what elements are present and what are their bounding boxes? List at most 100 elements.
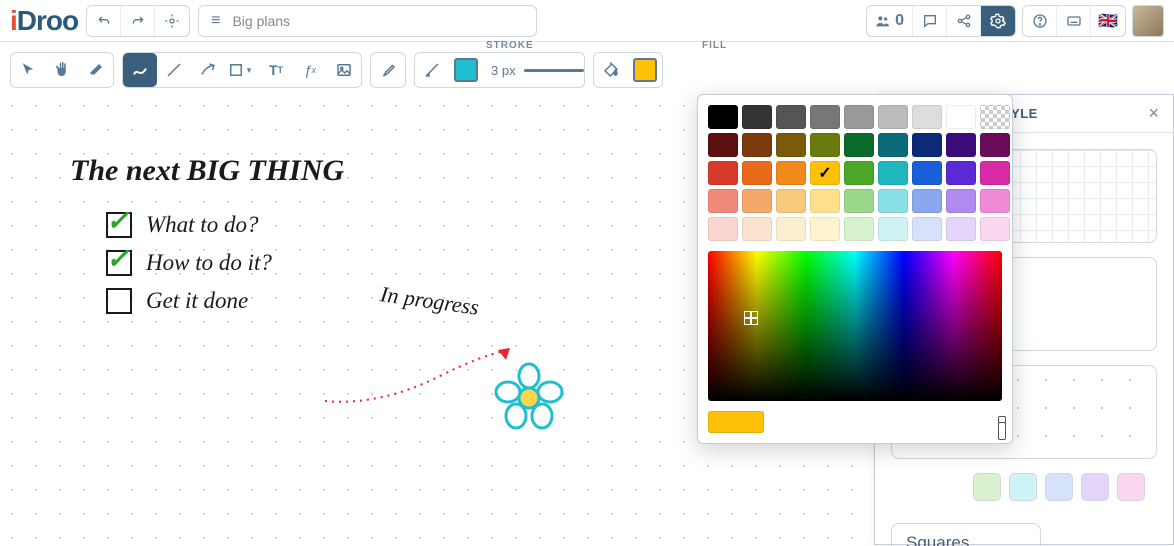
palette-swatch[interactable] [912, 161, 942, 185]
eyedropper-tool[interactable] [371, 53, 405, 87]
stroke-style-button[interactable] [415, 53, 449, 87]
stroke-width-value[interactable]: 3 px [483, 63, 524, 78]
draw-tools: ▾ TT ƒx [122, 52, 362, 88]
palette-swatch[interactable] [878, 133, 908, 157]
checkbox[interactable] [106, 212, 132, 238]
palette-swatch[interactable] [776, 133, 806, 157]
palette-swatch[interactable] [844, 105, 874, 129]
bg-color-swatch[interactable] [1081, 473, 1109, 501]
pan-tool[interactable] [45, 53, 79, 87]
palette-swatch[interactable] [912, 105, 942, 129]
menu-icon[interactable]: ≡ [211, 12, 220, 30]
redo-button[interactable] [121, 6, 155, 36]
chat-button[interactable] [913, 6, 947, 36]
palette-swatch[interactable] [776, 105, 806, 129]
bg-caption[interactable]: Squares [891, 523, 1041, 546]
fill-color-button[interactable] [628, 53, 662, 87]
palette-swatch[interactable] [742, 105, 772, 129]
checklist-item: What to do? [106, 212, 799, 238]
pen-tool[interactable] [123, 53, 157, 87]
share-button[interactable] [947, 6, 981, 36]
palette-swatch[interactable] [878, 105, 908, 129]
palette-swatch[interactable] [946, 189, 976, 213]
topbar: iDroo ≡ Big plans 0 🇬🇧 [0, 0, 1174, 42]
palette-swatch[interactable] [810, 189, 840, 213]
language-button[interactable]: 🇬🇧 [1091, 6, 1125, 36]
locate-button[interactable] [155, 6, 189, 36]
palette-swatch[interactable] [742, 133, 772, 157]
palette-swatch[interactable] [708, 133, 738, 157]
settings-button[interactable] [981, 6, 1015, 36]
palette-swatch[interactable] [980, 189, 1010, 213]
palette-swatch[interactable] [708, 217, 738, 241]
palette-swatch[interactable] [946, 105, 976, 129]
close-icon[interactable]: × [1148, 103, 1159, 124]
image-tool[interactable] [327, 53, 361, 87]
bg-color-swatch[interactable] [973, 473, 1001, 501]
palette-swatch[interactable] [946, 217, 976, 241]
eraser-tool[interactable] [79, 53, 113, 87]
stroke-color-button[interactable] [449, 53, 483, 87]
checklist-text: What to do? [146, 212, 258, 238]
pointer-tool[interactable] [11, 53, 45, 87]
palette-swatch[interactable] [912, 189, 942, 213]
bg-color-swatch[interactable] [1009, 473, 1037, 501]
palette-swatch[interactable] [742, 161, 772, 185]
gradient-cursor[interactable] [744, 311, 758, 325]
palette-swatch[interactable] [742, 217, 772, 241]
palette-swatch[interactable] [878, 161, 908, 185]
bg-color-swatch[interactable] [1117, 473, 1145, 501]
stroke-label: STROKE [486, 40, 534, 51]
palette-swatch[interactable] [776, 217, 806, 241]
logo-letter-i: i [10, 5, 17, 36]
arrow-tool[interactable] [191, 53, 225, 87]
fill-controls [593, 52, 663, 88]
slider-handle[interactable] [998, 422, 1006, 440]
participants-button[interactable]: 0 [867, 6, 913, 36]
board-title-bar[interactable]: ≡ Big plans [198, 5, 537, 37]
palette-swatch[interactable] [708, 189, 738, 213]
undo-button[interactable] [87, 6, 121, 36]
fill-bucket-button[interactable] [594, 53, 628, 87]
palette-swatch[interactable] [708, 161, 738, 185]
palette-swatch[interactable] [878, 189, 908, 213]
palette-swatch[interactable] [844, 161, 874, 185]
palette-swatch[interactable] [776, 161, 806, 185]
palette-swatch[interactable] [776, 189, 806, 213]
palette-swatch[interactable] [708, 105, 738, 129]
checklist-text: Get it done [146, 288, 248, 314]
palette-swatch[interactable] [946, 133, 976, 157]
checkbox[interactable] [106, 250, 132, 276]
arrow-drawing [320, 346, 520, 416]
palette-swatch[interactable] [844, 133, 874, 157]
palette-swatch[interactable] [742, 189, 772, 213]
palette-swatch[interactable] [912, 217, 942, 241]
palette-swatch[interactable] [980, 217, 1010, 241]
palette-swatch[interactable]: ✓ [810, 161, 840, 185]
palette-swatch[interactable] [980, 133, 1010, 157]
palette-swatch[interactable] [946, 161, 976, 185]
help-button[interactable] [1023, 6, 1057, 36]
stroke-preview[interactable] [524, 61, 584, 79]
flower-drawing [494, 362, 564, 432]
palette-swatch[interactable] [980, 161, 1010, 185]
shape-tool[interactable]: ▾ [225, 53, 259, 87]
palette-swatch[interactable] [980, 105, 1010, 129]
text-tool[interactable]: TT [259, 53, 293, 87]
palette-swatch[interactable] [810, 105, 840, 129]
logo-rest: Droo [17, 5, 78, 36]
checkbox[interactable] [106, 288, 132, 314]
line-tool[interactable] [157, 53, 191, 87]
formula-tool[interactable]: ƒx [293, 53, 327, 87]
palette-swatch[interactable] [810, 133, 840, 157]
palette-swatch[interactable] [844, 189, 874, 213]
checklist-text: How to do it? [146, 250, 272, 276]
avatar[interactable] [1132, 5, 1164, 37]
bg-color-swatch[interactable] [1045, 473, 1073, 501]
palette-swatch[interactable] [810, 217, 840, 241]
color-gradient[interactable] [708, 251, 1002, 401]
palette-swatch[interactable] [878, 217, 908, 241]
palette-swatch[interactable] [844, 217, 874, 241]
palette-swatch[interactable] [912, 133, 942, 157]
keyboard-button[interactable] [1057, 6, 1091, 36]
